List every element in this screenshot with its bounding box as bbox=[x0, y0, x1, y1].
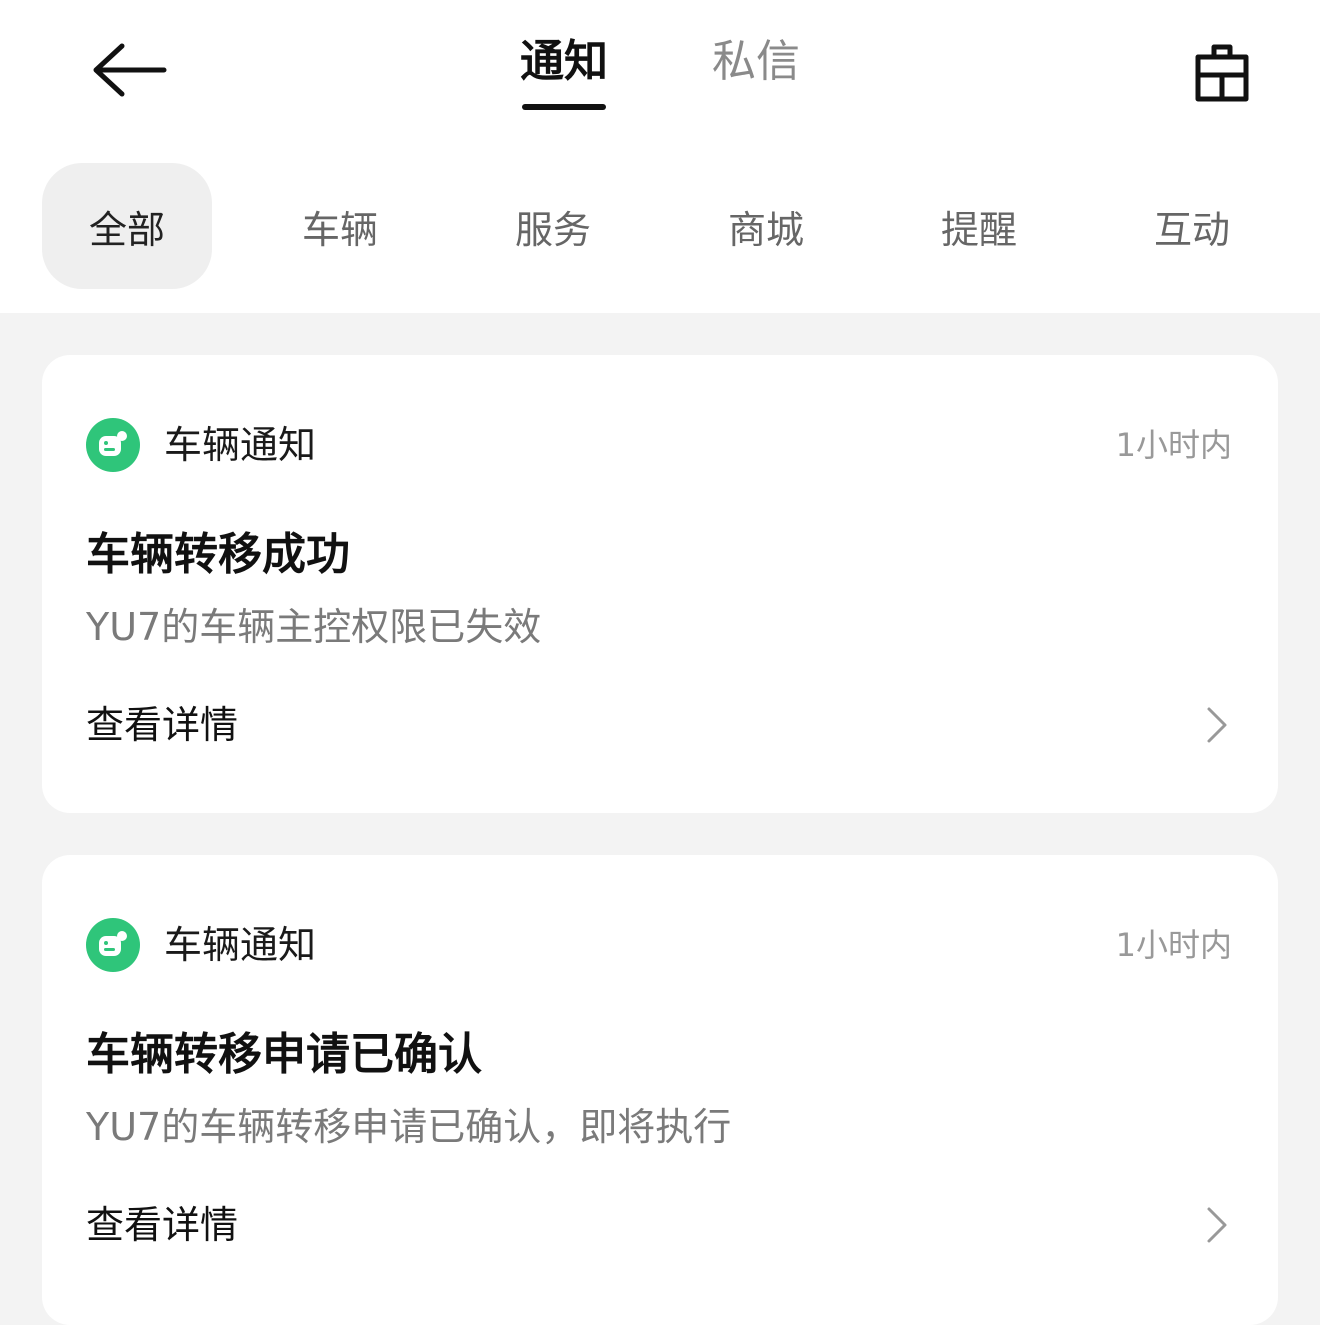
card-header: 车辆通知 bbox=[86, 917, 316, 973]
notification-description: YU7的车辆转移申请已确认，即将执行 bbox=[86, 1105, 732, 1149]
top-area: 通知 私信 全部 车辆 服务 商城 提醒 互动 bbox=[0, 0, 1320, 313]
arrow-left-icon bbox=[93, 43, 167, 97]
filter-mall-label: 商城 bbox=[727, 207, 804, 252]
view-details-label: 查看详情 bbox=[86, 1203, 239, 1247]
chevron-right-icon bbox=[1202, 703, 1232, 747]
filter-mall[interactable]: 商城 bbox=[681, 163, 851, 289]
view-details-link[interactable]: 查看详情 bbox=[86, 1195, 1232, 1255]
notification-source: 车辆通知 bbox=[164, 423, 317, 467]
filter-vehicle-label: 车辆 bbox=[301, 207, 378, 252]
filter-service-label: 服务 bbox=[514, 207, 591, 252]
notification-time: 1小时内 bbox=[1115, 926, 1232, 964]
filter-reminder-label: 提醒 bbox=[940, 207, 1017, 252]
view-details-label: 查看详情 bbox=[86, 703, 239, 747]
filter-reminder[interactable]: 提醒 bbox=[894, 163, 1064, 289]
tab-private-messages[interactable]: 私信 bbox=[708, 32, 804, 116]
filter-all[interactable]: 全部 bbox=[42, 163, 212, 289]
clear-notifications-button[interactable] bbox=[1180, 30, 1264, 114]
tab-notifications[interactable]: 通知 bbox=[516, 32, 612, 116]
filter-interaction[interactable]: 互动 bbox=[1107, 163, 1277, 289]
notification-description: YU7的车辆主控权限已失效 bbox=[86, 605, 542, 649]
notification-card[interactable]: 车辆通知 1小时内 车辆转移申请已确认 YU7的车辆转移申请已确认，即将执行 查… bbox=[42, 855, 1278, 1325]
notification-title: 车辆转移申请已确认 bbox=[86, 1029, 482, 1080]
chevron-right-icon bbox=[1202, 1203, 1232, 1247]
vehicle-bot-icon bbox=[86, 418, 140, 472]
notification-time: 1小时内 bbox=[1115, 426, 1232, 464]
vehicle-bot-icon bbox=[86, 918, 140, 972]
tab-private-messages-label: 私信 bbox=[712, 36, 800, 87]
broom-icon bbox=[1195, 44, 1249, 102]
view-details-link[interactable]: 查看详情 bbox=[86, 695, 1232, 755]
category-filter-bar: 全部 车辆 服务 商城 提醒 互动 bbox=[42, 163, 1278, 289]
tab-notifications-label: 通知 bbox=[520, 36, 608, 87]
filter-service[interactable]: 服务 bbox=[468, 163, 638, 289]
card-header: 车辆通知 bbox=[86, 417, 316, 473]
notification-card[interactable]: 车辆通知 1小时内 车辆转移成功 YU7的车辆主控权限已失效 查看详情 bbox=[42, 355, 1278, 813]
filter-vehicle[interactable]: 车辆 bbox=[255, 163, 425, 289]
filter-all-label: 全部 bbox=[88, 207, 165, 252]
notification-source: 车辆通知 bbox=[164, 923, 317, 967]
filter-interaction-label: 互动 bbox=[1153, 207, 1230, 252]
notification-title: 车辆转移成功 bbox=[86, 529, 350, 580]
active-tab-indicator bbox=[522, 104, 606, 110]
back-button[interactable] bbox=[78, 30, 178, 110]
